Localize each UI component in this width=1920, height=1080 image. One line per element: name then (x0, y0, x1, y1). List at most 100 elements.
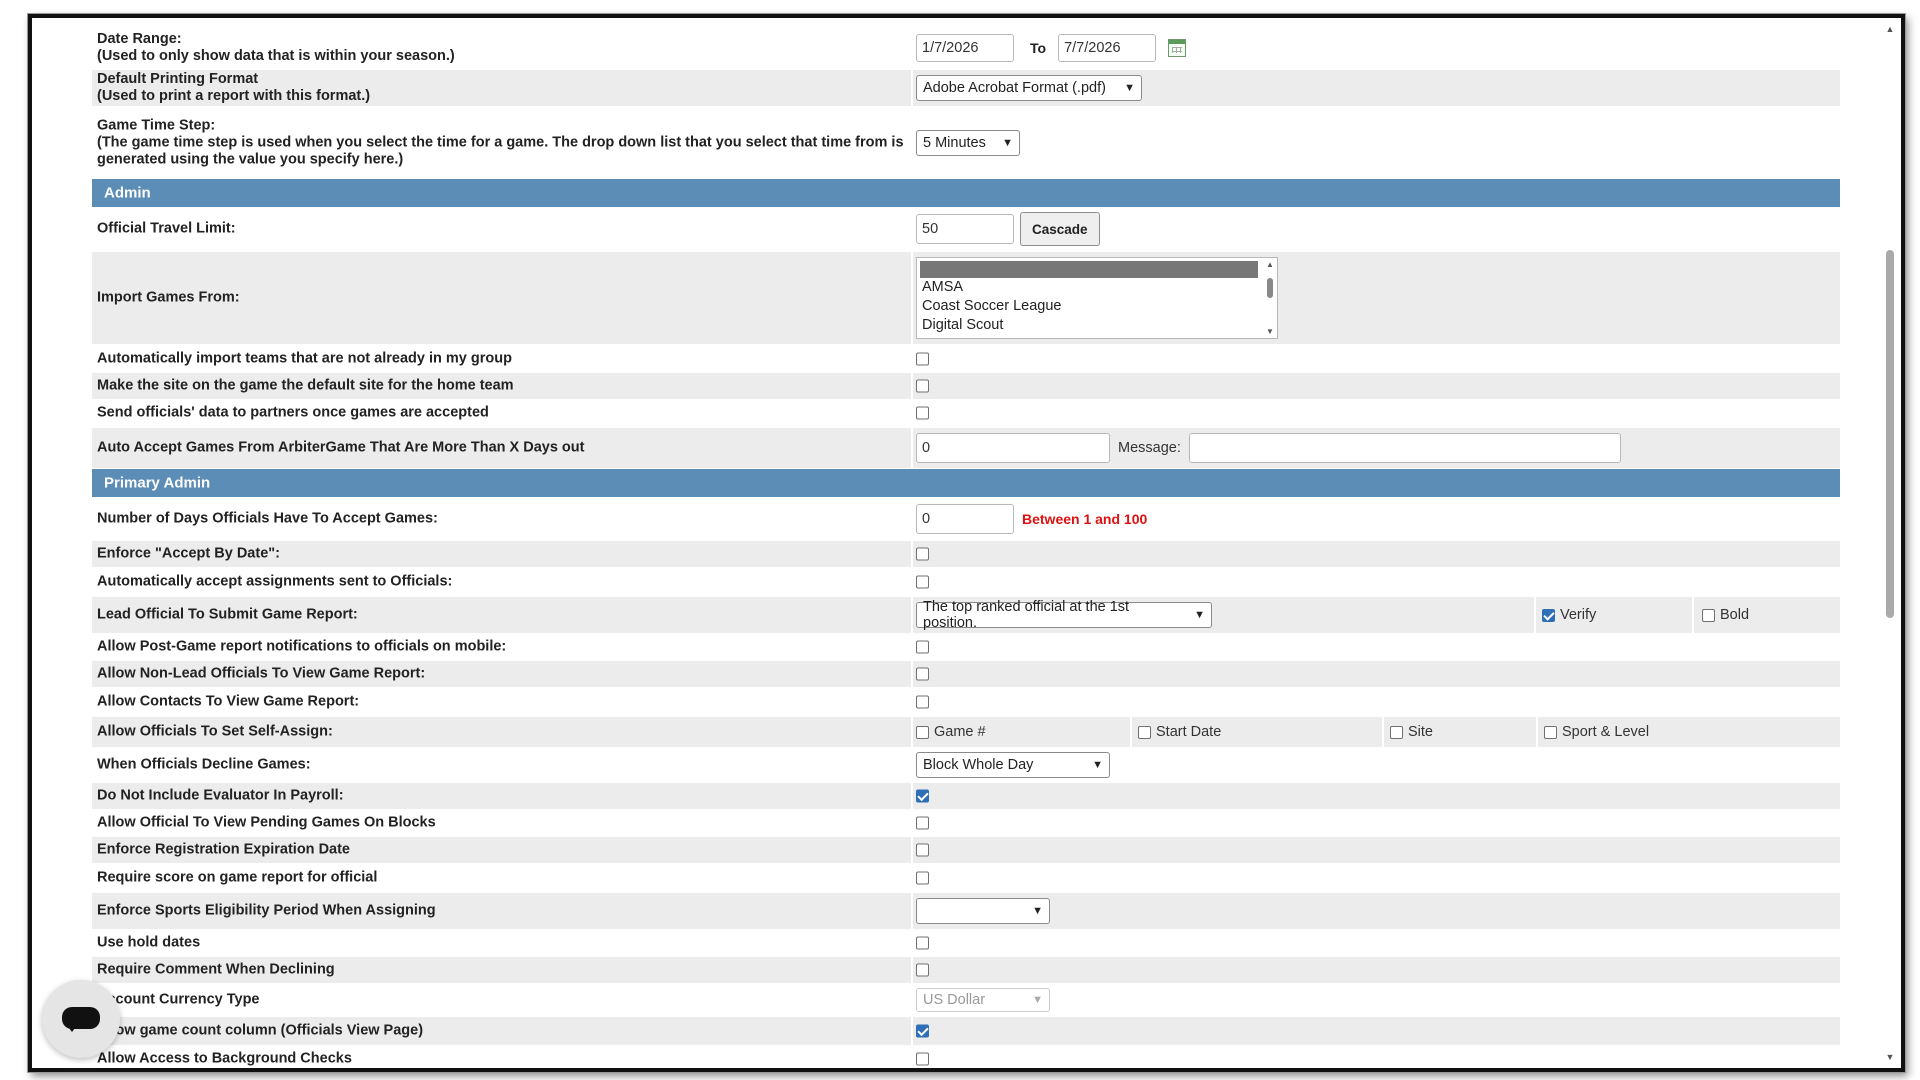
listbox-selected-blank-option[interactable] (920, 261, 1258, 278)
default-printing-note: (Used to print a report with this format… (97, 88, 371, 104)
default-site-checkbox[interactable] (916, 379, 929, 393)
chevron-down-icon: ▼ (1194, 609, 1205, 621)
column-divider (911, 783, 913, 809)
scroll-down-icon[interactable]: ▼ (1265, 327, 1275, 336)
lead-official-select[interactable]: The top ranked official at the 1st posit… (916, 599, 1212, 631)
background-checks-checkbox[interactable] (916, 1052, 929, 1066)
date-to-label: To (1030, 40, 1047, 56)
import-option-amsa[interactable]: AMSA (922, 279, 963, 295)
contacts-view-checkbox[interactable] (916, 695, 929, 709)
default-printing-label-wrap: Default Printing Format (Used to print a… (97, 71, 907, 105)
row-use-hold-dates: Use hold dates (92, 930, 1840, 956)
post-game-notifications-checkbox[interactable] (916, 640, 929, 654)
days-to-accept-controls: 0 Between 1 and 100 (916, 504, 1147, 534)
post-game-notifications-control (916, 640, 929, 654)
import-games-control: AMSA Coast Soccer League Digital Scout ▲… (916, 257, 1278, 339)
listbox-scroll-thumb[interactable] (1267, 278, 1273, 298)
use-hold-dates-control (916, 936, 929, 950)
date-start-input[interactable]: 1/7/2026 (916, 34, 1014, 62)
auto-accept-label: Auto Accept Games From ArbiterGame That … (97, 439, 585, 456)
row-self-assign: Allow Officials To Set Self-Assign: Game… (92, 717, 1840, 747)
default-site-label: Make the site on the game the default si… (97, 377, 514, 394)
require-score-checkbox[interactable] (916, 871, 929, 885)
auto-import-teams-checkbox[interactable] (916, 352, 929, 366)
currency-label: Account Currency Type (97, 991, 260, 1008)
self-assign-site: Site (1390, 724, 1433, 740)
self-assign-game-number: Game # (916, 724, 986, 740)
enforce-accept-by-checkbox[interactable] (916, 547, 929, 561)
date-end-input[interactable]: 7/7/2026 (1058, 34, 1157, 62)
non-lead-view-checkbox[interactable] (916, 667, 929, 681)
row-auto-import-teams: Automatically import teams that are not … (92, 346, 1840, 372)
require-comment-checkbox[interactable] (916, 963, 929, 977)
auto-accept-assignments-checkbox[interactable] (916, 575, 929, 589)
travel-limit-input[interactable]: 50 (916, 214, 1014, 244)
start-date-checkbox[interactable] (1138, 725, 1151, 739)
decline-games-select[interactable]: Block Whole Day ▼ (916, 752, 1110, 778)
date-range-label: Date Range: (97, 31, 182, 47)
verify-option: Verify (1542, 607, 1596, 623)
use-hold-dates-checkbox[interactable] (916, 936, 929, 950)
non-lead-view-control (916, 667, 929, 681)
auto-import-teams-control (916, 352, 929, 366)
row-auto-accept: Auto Accept Games From ArbiterGame That … (92, 428, 1840, 468)
page-scroll-thumb[interactable] (1886, 250, 1894, 618)
printing-format-value: Adobe Acrobat Format (.pdf) (923, 80, 1106, 96)
printing-format-select[interactable]: Adobe Acrobat Format (.pdf) ▼ (916, 75, 1142, 101)
send-officials-data-checkbox[interactable] (916, 406, 929, 420)
game-number-checkbox[interactable] (916, 725, 929, 739)
column-divider (911, 661, 913, 687)
chevron-down-icon: ▼ (1032, 994, 1043, 1006)
enforce-registration-label: Enforce Registration Expiration Date (97, 841, 350, 858)
import-games-label: Import Games From: (97, 289, 240, 306)
import-option-digital-scout[interactable]: Digital Scout (922, 317, 1003, 333)
background-checks-control (916, 1052, 929, 1066)
verify-checkbox[interactable] (1542, 608, 1555, 622)
auto-accept-days-input[interactable]: 0 (916, 433, 1110, 463)
row-require-score: Require score on game report for officia… (92, 864, 1840, 892)
contacts-view-control (916, 695, 929, 709)
row-lead-official: Lead Official To Submit Game Report: The… (92, 597, 1840, 633)
days-to-accept-input[interactable]: 0 (916, 504, 1014, 534)
cell-divider (1534, 597, 1536, 633)
page-scrollbar[interactable]: ▲ ▼ (1883, 24, 1897, 1062)
site-checkbox[interactable] (1390, 725, 1403, 739)
column-divider (911, 70, 913, 106)
cascade-button[interactable]: Cascade (1020, 212, 1100, 246)
bold-checkbox[interactable] (1702, 608, 1715, 622)
game-count-column-checkbox[interactable] (916, 1024, 929, 1038)
message-input[interactable] (1188, 433, 1621, 463)
auto-accept-assignments-control (916, 575, 929, 589)
default-printing-label: Default Printing Format (97, 71, 259, 87)
scroll-up-icon[interactable]: ▲ (1883, 24, 1897, 34)
chat-icon[interactable] (42, 980, 120, 1058)
calendar-icon[interactable] (1168, 39, 1187, 57)
exclude-evaluator-checkbox[interactable] (916, 789, 929, 803)
scroll-down-icon[interactable]: ▼ (1883, 1052, 1897, 1062)
post-game-notifications-label: Allow Post-Game report notifications to … (97, 638, 507, 655)
column-divider (911, 717, 913, 747)
default-printing-control: Adobe Acrobat Format (.pdf) ▼ (916, 75, 1142, 101)
import-option-coast-soccer[interactable]: Coast Soccer League (922, 298, 1061, 314)
travel-limit-controls: 50 Cascade (916, 212, 1100, 246)
column-divider (911, 1017, 913, 1045)
enforce-registration-control (916, 843, 929, 857)
import-games-listbox[interactable]: AMSA Coast Soccer League Digital Scout ▲… (916, 257, 1278, 339)
chevron-down-icon: ▼ (1124, 82, 1135, 94)
primary-admin-section-title: Primary Admin (104, 474, 211, 492)
game-time-step-note: (The game time step is used when you sel… (97, 134, 904, 168)
auto-accept-controls: 0 Message: (916, 433, 1621, 463)
sport-level-checkbox[interactable] (1544, 725, 1557, 739)
listbox-scrollbar[interactable]: ▲ ▼ (1265, 260, 1275, 336)
scroll-up-icon[interactable]: ▲ (1265, 260, 1275, 269)
days-range-hint: Between 1 and 100 (1022, 511, 1148, 527)
row-exclude-evaluator: Do Not Include Evaluator In Payroll: (92, 783, 1840, 809)
browser-frame: Date Range: (Used to only show data that… (28, 14, 1905, 1072)
sports-eligibility-select[interactable]: ▼ (916, 898, 1050, 924)
start-date-label: Start Date (1156, 724, 1222, 740)
enforce-registration-checkbox[interactable] (916, 843, 929, 857)
view-pending-blocks-checkbox[interactable] (916, 816, 929, 830)
site-label: Site (1408, 724, 1433, 740)
game-time-step-select[interactable]: 5 Minutes ▼ (916, 130, 1020, 156)
non-lead-view-label: Allow Non-Lead Officials To View Game Re… (97, 665, 426, 682)
